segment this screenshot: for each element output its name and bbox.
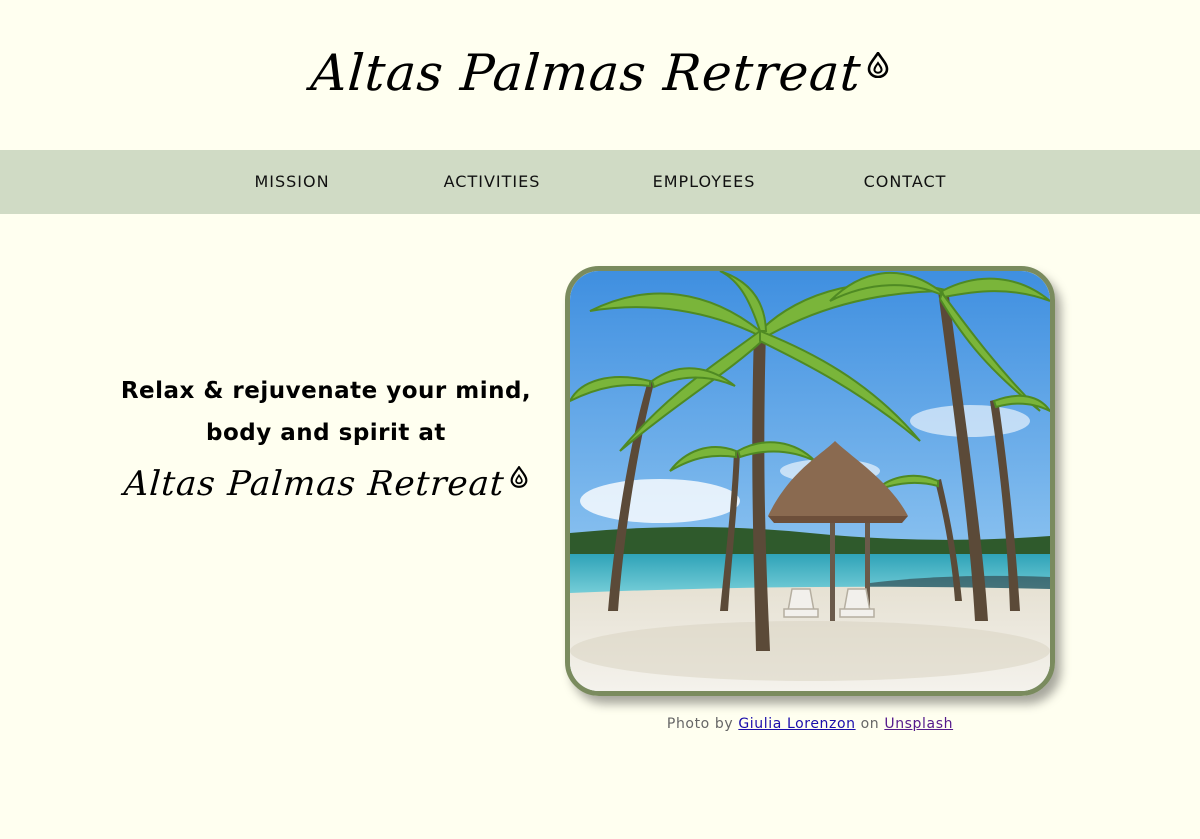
drop-icon bbox=[510, 465, 528, 492]
unsplash-link[interactable]: Unsplash bbox=[884, 716, 953, 732]
site-brand[interactable]: Altas Palmas Retreat bbox=[0, 44, 1200, 102]
tagline-brand: Altas Palmas Retreat bbox=[122, 464, 529, 504]
credit-prefix: Photo by bbox=[666, 716, 739, 732]
nav-item-employees[interactable]: EMPLOYEES bbox=[653, 150, 756, 214]
nav-item-activities[interactable]: ACTIVITIES bbox=[444, 150, 541, 214]
tagline-brand-name: Altas Palmas Retreat bbox=[122, 464, 506, 504]
nav-item-mission[interactable]: MISSION bbox=[254, 150, 329, 214]
tagline-line-2: body and spirit at bbox=[206, 420, 446, 446]
credit-middle: on bbox=[855, 716, 885, 732]
site-header: Altas Palmas Retreat bbox=[0, 0, 1200, 150]
beach-photo bbox=[565, 266, 1055, 696]
drop-icon bbox=[867, 50, 889, 82]
nav-item-contact[interactable]: CONTACT bbox=[864, 150, 947, 214]
photo-credit: Photo by Giulia Lorenzon on Unsplash bbox=[565, 716, 1055, 732]
site-title: Altas Palmas Retreat bbox=[308, 44, 864, 102]
tagline-line-1: Relax & rejuvenate your mind, bbox=[120, 378, 532, 404]
main-nav: MISSION ACTIVITIES EMPLOYEES CONTACT bbox=[0, 150, 1200, 214]
hero-tagline: Relax & rejuvenate your mind, body and s… bbox=[120, 370, 532, 504]
author-link[interactable]: Giulia Lorenzon bbox=[738, 716, 855, 732]
